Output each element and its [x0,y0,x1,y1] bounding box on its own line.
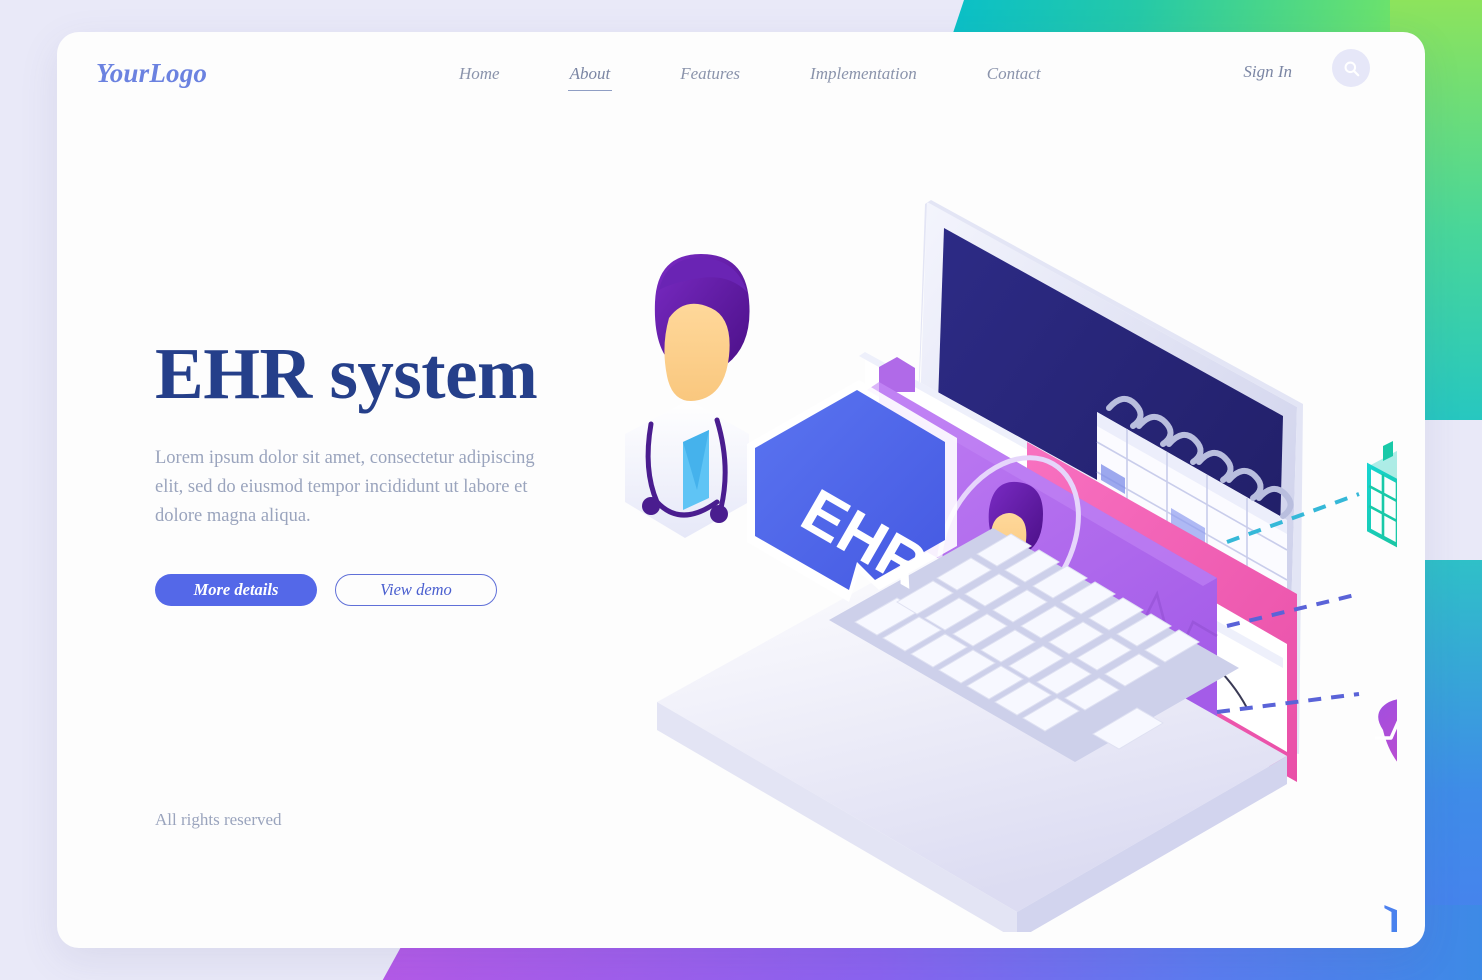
site-header: YourLogo Home About Features Implementat… [57,32,1425,142]
brand-logo[interactable]: YourLogo [96,58,207,89]
nav-item-about[interactable]: About [567,60,613,91]
nav-item-contact[interactable]: Contact [985,60,1043,88]
hero-section: EHR system Lorem ipsum dolor sit amet, c… [155,337,675,606]
nav-item-home[interactable]: Home [457,60,502,88]
search-button[interactable] [1332,49,1370,87]
more-details-button[interactable]: More details [155,573,317,606]
cta-button-row: More details View demo [155,573,675,606]
landing-page-card: YourLogo Home About Features Implementat… [57,32,1425,948]
prescription-rx-icon: R [1383,885,1397,932]
ehr-isometric-illustration: EHR [597,142,1397,932]
nav-item-features[interactable]: Features [678,60,742,88]
search-icon [1344,61,1359,76]
rx-label: R [1383,885,1397,932]
main-navigation: Home About Features Implementation Conta… [457,60,1043,91]
heartbeat-icon [1375,699,1397,762]
nav-item-implementation[interactable]: Implementation [808,60,919,88]
sign-in-link[interactable]: Sign In [1243,62,1292,82]
rights-reserved-text: All rights reserved [155,810,282,829]
page-title: EHR system [155,333,538,414]
view-demo-button[interactable]: View demo [335,573,497,606]
hero-subtitle: Lorem ipsum dolor sit amet, consectetur … [155,448,535,527]
calendar-icon [1367,441,1397,548]
